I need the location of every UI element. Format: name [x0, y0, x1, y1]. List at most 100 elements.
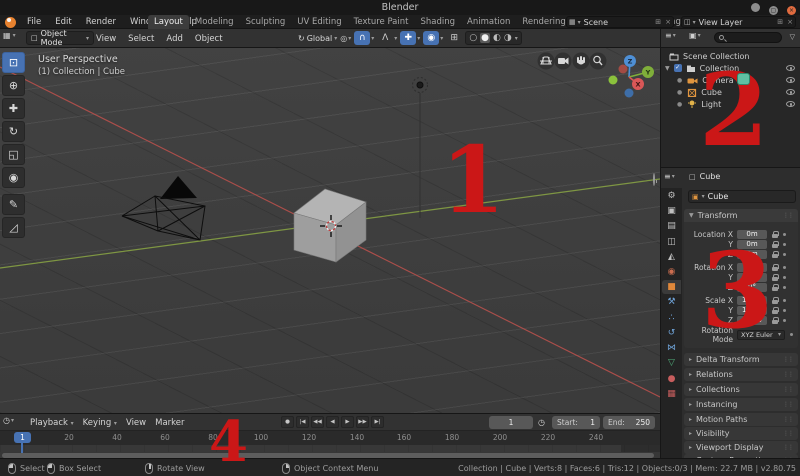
scale-z-field[interactable]: 1.000 [737, 316, 767, 325]
section-viewport-display[interactable]: ▸Viewport Display⋮⋮ [684, 441, 798, 454]
tab-texture-paint[interactable]: Texture Paint [348, 15, 415, 29]
drag-dots-icon[interactable]: ⋮⋮ [783, 212, 793, 219]
transform-panel-header[interactable]: ▼ Transform ⋮⋮ [684, 209, 798, 222]
view-layer-name[interactable]: View Layer [696, 18, 776, 27]
jump-end-button[interactable]: ▶| [371, 416, 384, 428]
animate-dot-icon[interactable] [783, 286, 786, 289]
tab-texture-icon[interactable]: ▦ [662, 387, 681, 401]
rendered-shading-icon[interactable]: ◑ [504, 33, 512, 43]
gizmo-neg-z[interactable] [625, 89, 634, 98]
zoom-button[interactable] [590, 53, 607, 70]
outliner-search-input[interactable] [714, 32, 782, 43]
scale-x-field[interactable]: 1.000 [737, 296, 767, 305]
breadcrumb-object-name[interactable]: Cube [700, 172, 721, 181]
menu-playback[interactable]: Playback ▾ [30, 418, 74, 428]
animate-dot-icon[interactable] [783, 253, 786, 256]
measure-tool[interactable]: ◿ [2, 217, 25, 238]
collection-checkbox[interactable]: ✓ [674, 64, 682, 72]
move-tool[interactable]: ✚ [2, 98, 25, 119]
lock-icon[interactable] [772, 251, 778, 258]
gizmo-icon[interactable]: ✚ [400, 31, 416, 45]
eye-icon[interactable] [786, 77, 795, 83]
section-delta-transform[interactable]: ▸Delta Transform⋮⋮ [684, 353, 798, 366]
minimize-button[interactable] [751, 3, 760, 12]
pivot-dropdown[interactable]: ◎▾ [340, 34, 351, 43]
timeline-editor-button[interactable]: ◷▾ [3, 416, 14, 425]
location-y-field[interactable]: 0m [737, 240, 767, 249]
tab-physics-icon[interactable]: ↺ [662, 326, 681, 340]
animate-dot-icon[interactable] [783, 243, 786, 246]
menu-file[interactable]: File [20, 15, 48, 29]
section-collections[interactable]: ▸Collections⋮⋮ [684, 383, 798, 396]
section-instancing[interactable]: ▸Instancing⋮⋮ [684, 398, 798, 411]
xray-toggle[interactable]: ⊞ [446, 31, 462, 45]
unlink-scene-icon[interactable]: × [663, 18, 673, 26]
tab-tool-icon[interactable]: ⚙ [662, 189, 681, 203]
filter-funnel-icon[interactable]: ▽ [790, 33, 795, 41]
orientation-dropdown[interactable]: ↻ Global ▾ [298, 34, 337, 43]
menu-view[interactable]: View [96, 34, 116, 44]
location-z-field[interactable]: 0m [737, 250, 767, 259]
remove-view-layer-icon[interactable]: × [785, 18, 795, 26]
cube-object[interactable] [294, 189, 366, 262]
proportional-control[interactable]: Λ▾ [377, 31, 397, 45]
transform-tool[interactable]: ◉ [2, 167, 25, 188]
tab-uv-editing[interactable]: UV Editing [291, 15, 347, 29]
tab-view-layer-icon[interactable]: ◫ [662, 235, 681, 249]
outliner-row-collection[interactable]: ▼ ✓ Collection [661, 62, 800, 74]
use-preview-range-icon[interactable]: ◷ [538, 418, 545, 427]
section-relations[interactable]: ▸Relations⋮⋮ [684, 368, 798, 381]
object-name-value[interactable]: Cube [708, 192, 729, 201]
tab-scene-icon[interactable]: ◭ [662, 250, 681, 264]
tab-modeling[interactable]: Modeling [189, 15, 240, 29]
scale-y-field[interactable]: 1.000 [737, 306, 767, 315]
scene-selector[interactable]: ▦▾ Scene ⊞ × [566, 16, 674, 28]
row-label[interactable]: Light [701, 100, 721, 109]
object-name-field[interactable]: ▣ ▾ Cube [688, 190, 796, 203]
rotate-tool[interactable]: ↻ [2, 121, 25, 142]
tab-object-icon[interactable]: ■ [662, 280, 681, 294]
menu-select[interactable]: Select [128, 34, 154, 44]
lock-icon[interactable] [772, 307, 778, 314]
rotation-y-field[interactable]: 0° [737, 273, 767, 282]
gizmo-neg-y[interactable] [609, 76, 618, 85]
tab-object-data-icon[interactable]: ▽ [662, 356, 681, 370]
play-button[interactable]: ▶ [341, 416, 354, 428]
magnet-icon[interactable]: ∩ [354, 31, 370, 45]
cursor-tool[interactable]: ⊕ [2, 75, 25, 96]
menu-keying[interactable]: Keying ▾ [83, 418, 117, 428]
tab-rendering[interactable]: Rendering [516, 15, 571, 29]
falloff-icon[interactable]: Λ [377, 31, 393, 45]
auto-keying-button[interactable]: ● [281, 416, 294, 428]
eye-icon[interactable] [786, 101, 795, 107]
tab-layout[interactable]: Layout [148, 15, 189, 29]
rotation-z-field[interactable]: 0° [737, 283, 767, 292]
section-motion-paths[interactable]: ▸Motion Paths⋮⋮ [684, 413, 798, 426]
outliner-row-light[interactable]: ● Light [661, 98, 800, 110]
row-label[interactable]: Collection [700, 64, 740, 73]
menu-edit[interactable]: Edit [48, 15, 78, 29]
menu-render[interactable]: Render [79, 15, 123, 29]
viewport-canvas[interactable]: Z Y X User Perspective (1) Collection | … [0, 48, 660, 413]
location-x-field[interactable]: 0m [737, 230, 767, 239]
snap-control[interactable]: ∩▾ [354, 31, 374, 45]
expand-icon[interactable]: ▼ [665, 65, 670, 72]
pan-hand-button[interactable] [573, 53, 590, 70]
outliner-row-camera[interactable]: ● Camera [661, 74, 800, 86]
gizmos-control[interactable]: ✚▾ [400, 31, 420, 45]
timeline-ruler[interactable]: 20 40 60 80 100 120 140 160 180 200 220 … [0, 431, 660, 445]
gizmo-neg-x[interactable] [619, 65, 628, 74]
animate-dot-icon[interactable] [783, 299, 786, 302]
tab-animation[interactable]: Animation [461, 15, 516, 29]
animate-dot-icon[interactable] [783, 266, 786, 269]
rotation-x-field[interactable]: 0° [737, 263, 767, 272]
lock-icon[interactable] [772, 274, 778, 281]
view-layer-selector[interactable]: ◫▾ View Layer ⊞ × [681, 16, 796, 28]
animate-dot-icon[interactable] [783, 309, 786, 312]
timeline-track-area[interactable] [0, 445, 660, 452]
outliner-editor-button[interactable]: ≡▾ [665, 31, 676, 40]
animate-dot-icon[interactable] [790, 333, 793, 336]
section-visibility[interactable]: ▸Visibility⋮⋮ [684, 427, 798, 440]
outliner-row-scene-collection[interactable]: Scene Collection [661, 50, 800, 62]
menu-object[interactable]: Object [195, 34, 223, 44]
